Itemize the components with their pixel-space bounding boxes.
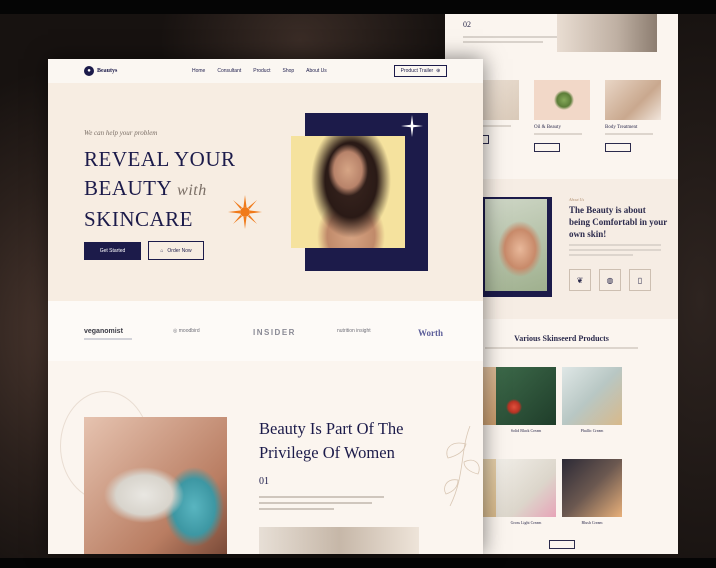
service-button[interactable]: [534, 143, 560, 152]
text-placeholder: [259, 496, 384, 514]
service-title: Body Treatment: [605, 125, 638, 130]
product-card[interactable]: Blush Cream: [562, 459, 622, 527]
about-title: The Beauty is about being Comfortabl in …: [569, 205, 668, 239]
text-placeholder: [463, 36, 563, 46]
get-started-button[interactable]: Get Started: [84, 242, 141, 260]
leaf-icon: ❦: [569, 269, 591, 291]
products-subtitle-placeholder: [485, 347, 638, 349]
view-more-button[interactable]: [549, 540, 575, 549]
brand-logo: Worth: [418, 328, 444, 338]
section-number: 01: [259, 476, 269, 487]
section-title-line1: Beauty Is Part Of The: [259, 419, 404, 438]
service-card: Oil & Beauty: [534, 80, 590, 152]
drop-icon: ◍: [599, 269, 621, 291]
service-image: [534, 80, 590, 120]
top-letterbox: [0, 0, 716, 14]
section-image: [259, 527, 419, 554]
service-card: Body Treatment: [605, 80, 661, 152]
services-row: Oil & Beauty Body Treatment: [463, 80, 673, 170]
service-title: Oil & Beauty: [534, 125, 561, 130]
navbar: ● Beautys Home Consultant Product Shop A…: [48, 59, 483, 83]
hero-title-with: with: [177, 182, 207, 199]
product-trailer-button[interactable]: Product Trailer ⊕: [394, 65, 447, 77]
brand-tagline: [84, 338, 132, 340]
top-image: [557, 14, 657, 52]
brand-logo: ◎ moodbird: [173, 328, 200, 334]
hero-section: We can help your problem REVEAL YOUR BEA…: [48, 83, 483, 301]
section-number: 02: [463, 20, 471, 29]
bottle-icon: ▯: [629, 269, 651, 291]
main-page: ● Beautys Home Consultant Product Shop A…: [48, 59, 483, 554]
bottom-letterbox: [0, 558, 716, 568]
product-name: Phallic Cream: [580, 428, 604, 433]
hero-title-line2: BEAUTY: [84, 176, 172, 200]
product-name: Solid Black Cream: [510, 428, 542, 433]
nav-link-about[interactable]: About Us: [306, 68, 327, 74]
product-name: Blush Cream: [581, 520, 603, 525]
bag-icon: ⌂: [160, 247, 164, 254]
nav-links: Home Consultant Product Shop About Us: [192, 68, 327, 74]
hero-kicker: We can help your problem: [84, 129, 158, 137]
leaf-illustration: [444, 426, 480, 506]
product-card[interactable]: Gross Light Cream: [496, 459, 556, 527]
nav-link-consultant[interactable]: Consultant: [217, 68, 241, 74]
service-desc: [534, 133, 582, 135]
brand-logo: INSIDER: [253, 328, 296, 337]
logo[interactable]: ● Beautys: [84, 66, 117, 76]
hero-title-line3: SKINCARE: [84, 207, 194, 231]
product-image: [562, 367, 622, 425]
about-kicker: About Us: [569, 197, 584, 202]
service-image: [605, 80, 661, 120]
play-icon: ⊕: [436, 68, 441, 74]
order-now-button[interactable]: ⌂ Order Now: [148, 241, 204, 260]
hero-title-line1: REVEAL YOUR: [84, 147, 236, 171]
logo-icon: ●: [84, 66, 94, 76]
order-now-label: Order Now: [167, 247, 192, 254]
brands-strip: veganomist ◎ moodbird INSIDER nutrition …: [48, 301, 483, 361]
brand-logo: nutrition insight: [337, 328, 371, 334]
product-card[interactable]: Solid Black Cream: [496, 367, 556, 435]
sun-icon: [228, 195, 262, 229]
feature-icons: ❦ ◍ ▯: [569, 269, 651, 291]
service-desc: [605, 133, 653, 135]
product-image: [562, 459, 622, 517]
text-placeholder: [569, 244, 661, 259]
hero-photo: [291, 136, 405, 248]
product-card[interactable]: Phallic Cream: [562, 367, 622, 435]
product-name: Gross Light Cream: [510, 520, 542, 525]
nav-link-product[interactable]: Product: [253, 68, 270, 74]
about-photo: [485, 199, 547, 291]
section-title: Beauty Is Part Of The Privilege Of Women: [259, 417, 404, 465]
hero-title-line2-wrap: BEAUTY with: [84, 174, 236, 205]
facial-photo: [84, 417, 227, 554]
nav-link-shop[interactable]: Shop: [282, 68, 294, 74]
brand-logo-text: moodbird: [178, 328, 200, 334]
logo-text: Beautys: [97, 68, 118, 74]
hero-title: REVEAL YOUR BEAUTY with SKINCARE: [84, 145, 236, 234]
brand-logo: veganomist: [84, 328, 123, 335]
privilege-section: Beauty Is Part Of The Privilege Of Women…: [48, 361, 483, 554]
product-image: [496, 459, 556, 517]
product-trailer-label: Product Trailer: [400, 68, 434, 74]
nav-link-home[interactable]: Home: [192, 68, 205, 74]
product-image: [496, 367, 556, 425]
sparkle-icon: [401, 115, 423, 137]
service-button[interactable]: [605, 143, 631, 152]
section-title-line2: Privilege Of Women: [259, 443, 395, 462]
